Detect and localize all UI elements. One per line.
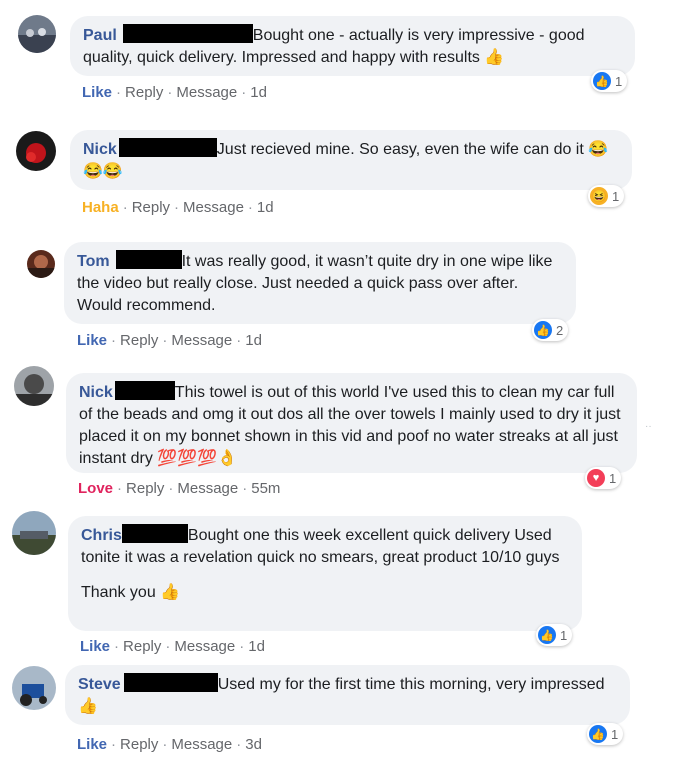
author-name[interactable]: Steve: [78, 676, 121, 693]
avatar[interactable]: [12, 511, 56, 555]
avatar[interactable]: [16, 131, 56, 171]
hundred-points-emoji: 💯💯💯👌: [157, 450, 237, 467]
avatar-image: [12, 666, 56, 710]
author-name[interactable]: Tom: [77, 253, 110, 270]
comment-actions: Like · Reply · Message · 1d: [80, 638, 265, 655]
love-icon: ♥: [587, 469, 605, 487]
redacted-surname: [115, 250, 182, 269]
comment-actions: Haha · Reply · Message · 1d: [82, 199, 274, 216]
redacted-surname: [123, 673, 218, 692]
message-button[interactable]: Message: [174, 638, 235, 655]
comment-text-line: Thank you 👍: [81, 582, 570, 604]
reaction-count: 1: [560, 627, 568, 643]
author-name[interactable]: Paul: [83, 27, 117, 44]
reply-button[interactable]: Reply: [120, 332, 158, 349]
reaction-badge[interactable]: 👍 1: [587, 723, 624, 745]
comment-actions: Like · Reply · Message · 1d: [77, 332, 262, 349]
message-button[interactable]: Message: [171, 332, 232, 349]
avatar-image: [16, 131, 56, 171]
avatar[interactable]: [18, 15, 56, 53]
comment-actions: Like · Reply · Message · 3d: [77, 736, 262, 753]
comment-bubble: Nick Just recieved mine. So easy, even th…: [70, 130, 632, 190]
timestamp[interactable]: 3d: [245, 736, 262, 753]
reaction-badge[interactable]: ♥ 1: [585, 467, 622, 489]
avatar[interactable]: [14, 366, 54, 406]
message-button[interactable]: Message: [177, 480, 238, 497]
like-button[interactable]: Like: [80, 638, 110, 655]
redacted-surname: [118, 138, 217, 157]
thumbs-up-emoji: 👍: [160, 584, 181, 601]
avatar-image: [12, 511, 56, 555]
reply-button[interactable]: Reply: [123, 638, 161, 655]
comment-bubble: Tom It was really good, it wasn’t quite d…: [64, 242, 576, 324]
reaction-count: 1: [609, 470, 617, 486]
avatar-image: [27, 250, 55, 278]
reaction-badge[interactable]: 👍 1: [591, 70, 628, 92]
divider-dots: ··: [645, 421, 652, 432]
like-icon: 👍: [534, 321, 552, 339]
like-icon: 👍: [538, 626, 556, 644]
timestamp[interactable]: 1d: [248, 638, 265, 655]
reaction-count: 1: [612, 188, 620, 204]
author-name[interactable]: Chris: [81, 527, 122, 544]
reaction-badge[interactable]: 😆 1: [588, 185, 625, 207]
redacted-surname: [122, 24, 253, 43]
like-button[interactable]: Like: [77, 736, 107, 753]
comment-bubble: Chris Bought one this week excellent quic…: [68, 516, 582, 631]
reaction-badge[interactable]: 👍 2: [532, 319, 569, 341]
like-icon: 👍: [589, 725, 607, 743]
message-button[interactable]: Message: [183, 199, 244, 216]
avatar-image: [14, 366, 54, 406]
comment-bubble: Paul Bought one - actually is very impres…: [70, 16, 635, 76]
avatar-image: [18, 15, 56, 53]
like-button[interactable]: Like: [77, 332, 107, 349]
redacted-surname: [114, 381, 175, 400]
message-button[interactable]: Message: [171, 736, 232, 753]
comment-text: Used my for the first time this morning,…: [217, 676, 605, 693]
author-name[interactable]: Nick: [83, 141, 117, 158]
comment-actions: Like · Reply · Message · 1d: [82, 84, 267, 101]
like-button[interactable]: Like: [82, 84, 112, 101]
thumbs-up-emoji: 👍: [78, 698, 98, 715]
avatar[interactable]: [12, 666, 56, 710]
like-icon: 👍: [593, 72, 611, 90]
comment-actions: Love · Reply · Message · 55m: [78, 480, 281, 497]
reply-button[interactable]: Reply: [120, 736, 158, 753]
comment-text: Just recieved mine. So easy, even the wi…: [216, 141, 584, 158]
timestamp[interactable]: 1d: [257, 199, 274, 216]
timestamp[interactable]: 1d: [250, 84, 267, 101]
reaction-badge[interactable]: 👍 1: [536, 624, 573, 646]
author-name[interactable]: Nick: [79, 384, 113, 401]
haha-icon: 😆: [590, 187, 608, 205]
message-button[interactable]: Message: [176, 84, 237, 101]
redacted-surname: [121, 524, 188, 543]
reaction-count: 1: [615, 73, 623, 89]
avatar[interactable]: [27, 250, 55, 278]
timestamp[interactable]: 1d: [245, 332, 262, 349]
thumbs-up-emoji: 👍: [484, 49, 505, 66]
reaction-count: 1: [611, 726, 619, 742]
reaction-count: 2: [556, 322, 564, 338]
haha-button[interactable]: Haha: [82, 199, 119, 216]
reply-button[interactable]: Reply: [126, 480, 164, 497]
reply-button[interactable]: Reply: [132, 199, 170, 216]
timestamp[interactable]: 55m: [251, 480, 280, 497]
comment-bubble: Steve Used my for the first time this mor…: [65, 665, 630, 725]
reply-button[interactable]: Reply: [125, 84, 163, 101]
comment-text-2: Thank you: [81, 584, 156, 601]
love-button[interactable]: Love: [78, 480, 113, 497]
comment-bubble: Nick This towel is out of this world I've…: [66, 373, 637, 473]
